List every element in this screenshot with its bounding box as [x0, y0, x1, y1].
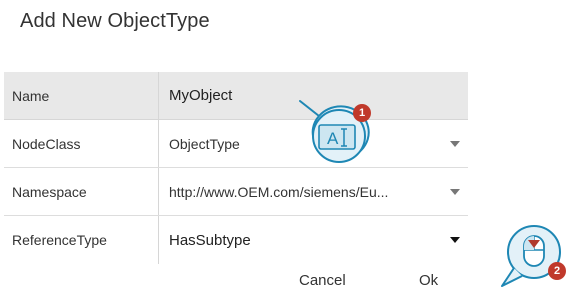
cancel-button[interactable]: Cancel	[299, 272, 346, 289]
namespace-select[interactable]: http://www.OEM.com/siemens/Eu...	[159, 168, 468, 215]
property-row-name: Name MyObject	[4, 72, 468, 120]
namespace-value: http://www.OEM.com/siemens/Eu...	[169, 183, 389, 200]
referencetype-value: HasSubtype	[169, 231, 251, 249]
dialog: Add New ObjectType Name MyObject NodeCla…	[0, 0, 566, 299]
property-row-nodeclass: NodeClass ObjectType	[4, 120, 468, 168]
nodeclass-value: ObjectType	[169, 135, 240, 152]
property-label-nodeclass: NodeClass	[4, 120, 159, 167]
property-row-referencetype: ReferenceType HasSubtype	[4, 216, 468, 264]
property-label-referencetype: ReferenceType	[4, 216, 159, 264]
property-label-namespace: Namespace	[4, 168, 159, 215]
referencetype-select[interactable]: HasSubtype	[159, 216, 468, 264]
chevron-down-icon[interactable]	[450, 237, 460, 243]
callout-1-letter: A	[327, 129, 339, 148]
property-row-namespace: Namespace http://www.OEM.com/siemens/Eu.…	[4, 168, 468, 216]
step-badge-1: 1	[353, 104, 371, 122]
mouse-click-callout-icon	[501, 225, 561, 287]
chevron-down-icon[interactable]	[450, 188, 460, 195]
chevron-down-icon[interactable]	[450, 140, 460, 147]
dialog-title: Add New ObjectType	[20, 10, 210, 32]
step-badge-2: 2	[548, 262, 566, 280]
properties-table: Name MyObject NodeClass ObjectType Names…	[4, 72, 468, 264]
property-label-name: Name	[4, 72, 159, 119]
ok-button[interactable]: Ok	[419, 272, 438, 289]
